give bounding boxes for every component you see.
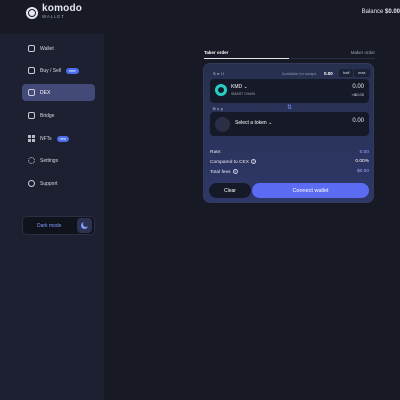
wallet-icon <box>28 45 35 52</box>
nft-grid-icon <box>28 135 35 142</box>
kmd-coin-icon <box>215 84 227 96</box>
sidebar-item-label: Support <box>40 180 58 187</box>
select-token-label: Select a token <box>235 120 267 126</box>
gear-icon <box>28 157 35 164</box>
available-label: Available for swaps <box>282 71 317 76</box>
swap-direction-icon[interactable]: ⇅ <box>287 104 292 111</box>
help-icon[interactable]: ? <box>250 159 256 164</box>
card-icon <box>28 67 35 74</box>
sell-coin-name: KMD <box>231 84 243 90</box>
sidebar-item-label: Buy / Sell <box>40 67 62 74</box>
sell-coin-chain: SMART CHAIN <box>231 92 255 96</box>
rate-row: Rate: 0.00 <box>210 150 369 158</box>
rate-value: 0.00 <box>359 150 369 155</box>
tab-maker-order[interactable]: Maker order <box>351 50 375 55</box>
buy-amount-input[interactable]: 0.00 <box>352 118 364 124</box>
tab-active-indicator <box>204 58 289 59</box>
help-icon <box>28 180 35 187</box>
rate-label: Rate: <box>210 150 222 155</box>
fees-row: Total fees? $0.00 <box>210 169 369 177</box>
sidebar-item-dex[interactable]: DEX <box>22 84 95 101</box>
sidebar-item-nfts[interactable]: NFTs new <box>22 130 95 147</box>
sidebar-item-label: NFTs <box>40 135 52 142</box>
buy-label: Buy <box>213 106 225 111</box>
top-bar: komodo WALLET Balance $0.00 <box>0 0 400 34</box>
sell-input-box[interactable]: KMD ⌄ SMART CHAIN 0.00 ≈$0.00 <box>210 79 369 103</box>
fees-value: $0.00 <box>356 169 369 174</box>
cex-row: Compared to CEX? 0.00% <box>210 159 369 167</box>
komodo-logo[interactable]: komodo WALLET <box>26 4 82 20</box>
sidebar-item-label: Settings <box>40 157 59 164</box>
sidebar-item-settings[interactable]: Settings <box>22 152 95 169</box>
clear-button[interactable]: Clear <box>209 183 251 198</box>
new-badge: new <box>56 135 70 142</box>
sidebar-item-label: Wallet <box>40 45 54 52</box>
sell-amount-input[interactable]: 0.00 <box>352 84 364 90</box>
app-subtitle: WALLET <box>42 14 65 19</box>
dark-mode-label: Dark mode <box>37 222 62 229</box>
dark-mode-switch[interactable]: Dark mode <box>22 216 95 235</box>
half-button[interactable]: half <box>339 69 354 77</box>
select-token-button[interactable]: Select a token ⌄ <box>235 120 272 126</box>
balance-display: Balance $0.00 <box>362 9 400 15</box>
help-icon[interactable]: ? <box>232 169 238 174</box>
order-tabs: Taker order Maker order <box>204 50 375 59</box>
dex-icon <box>28 89 35 96</box>
sidebar-item-label: Bridge <box>40 112 55 119</box>
app-name: komodo <box>42 3 83 14</box>
sidebar-item-support[interactable]: Support <box>22 175 95 192</box>
dark-mode-toggle[interactable] <box>77 218 92 233</box>
sidebar-item-buy-sell[interactable]: Buy / Sell new <box>22 62 95 79</box>
fees-label: Total fees <box>210 169 231 175</box>
sidebar-item-label: DEX <box>40 89 51 96</box>
sidebar-item-wallet[interactable]: Wallet <box>22 40 95 57</box>
komodo-logo-icon <box>26 7 38 19</box>
chevron-down-icon: ⌄ <box>243 84 248 90</box>
buy-input-box[interactable]: Select a token ⌄ 0.00 <box>210 112 369 136</box>
bridge-icon <box>28 112 35 119</box>
available-value: 0.00 <box>324 71 333 76</box>
sell-label: Sell <box>213 71 226 76</box>
sell-usd-value: ≈$0.00 <box>351 92 364 97</box>
token-placeholder-icon <box>215 117 230 132</box>
connect-wallet-button[interactable]: Connect wallet <box>252 183 369 198</box>
new-badge: new <box>66 67 79 74</box>
sidebar-item-bridge[interactable]: Bridge <box>22 107 95 124</box>
tab-taker-order[interactable]: Taker order <box>204 50 228 55</box>
sell-coin-selector[interactable]: KMD ⌄ <box>231 84 248 90</box>
swap-form: Sell Available for swaps 0.00 half max K… <box>203 63 374 203</box>
max-button[interactable]: max <box>354 69 370 77</box>
chevron-down-icon: ⌄ <box>268 120 273 126</box>
moon-icon <box>81 221 89 229</box>
sell-header: Sell Available for swaps 0.00 half max <box>210 69 370 78</box>
balance-value: $0.00 <box>384 9 400 15</box>
balance-label: Balance <box>361 9 384 15</box>
cex-label: Compared to CEX <box>210 159 249 165</box>
cex-value: 0.00% <box>355 159 369 164</box>
